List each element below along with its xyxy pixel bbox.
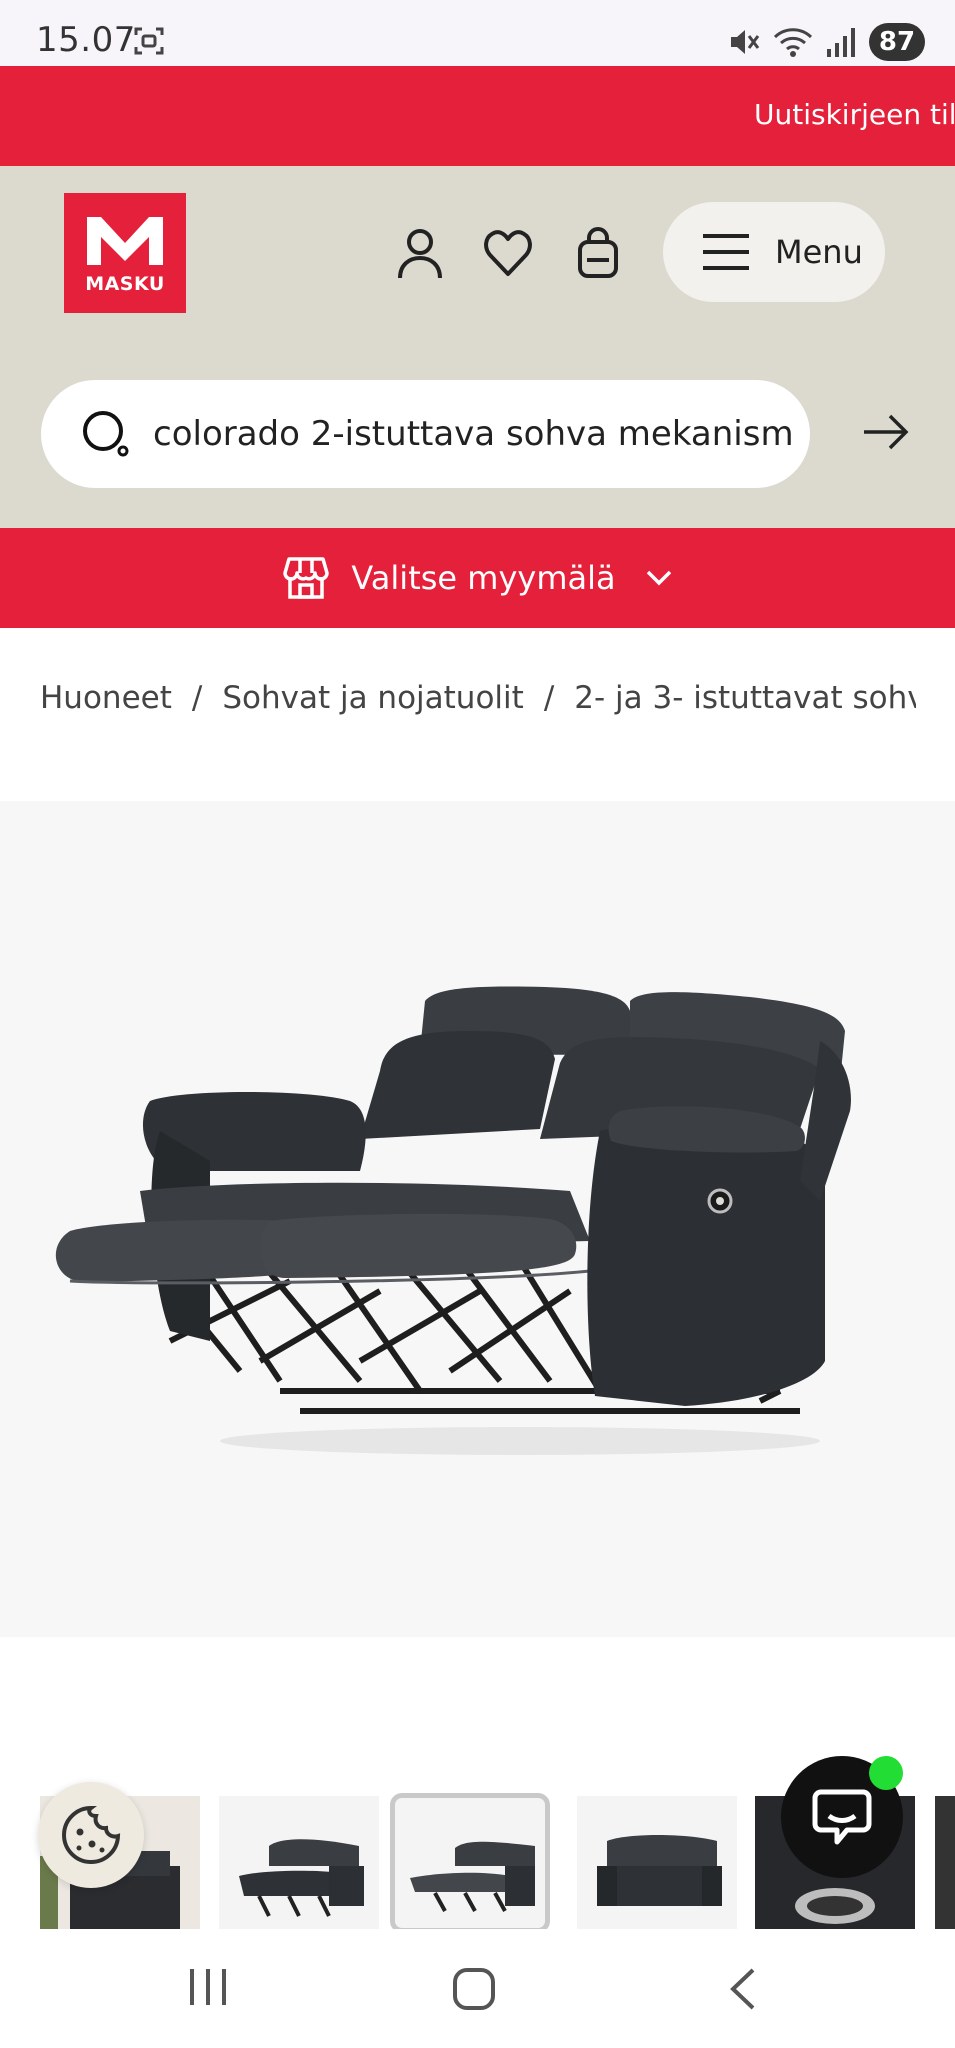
screenshot-icon (134, 27, 164, 55)
breadcrumb-separator: / (543, 680, 555, 716)
store-selector[interactable]: Valitse myymälä (0, 528, 955, 628)
search-icon (83, 411, 129, 457)
account-icon[interactable] (395, 226, 445, 280)
cookie-icon (62, 1805, 121, 1864)
thumbnail[interactable] (219, 1796, 379, 1929)
back-icon[interactable] (727, 1967, 759, 2011)
cookie-settings-button[interactable] (38, 1782, 144, 1888)
logo-m-mark (87, 217, 163, 265)
hamburger-icon (703, 234, 749, 270)
battery-indicator: 87 (869, 23, 925, 61)
search-bar[interactable] (41, 380, 810, 488)
logo-text: MASKU (85, 273, 165, 295)
arrow-right-icon[interactable] (862, 412, 910, 452)
masku-logo[interactable]: MASKU (64, 193, 186, 313)
store-selector-label: Valitse myymälä (351, 559, 616, 597)
breadcrumb: Huoneet / Sohvat ja nojatuolit / 2- ja 3… (40, 676, 916, 720)
menu-button[interactable]: Menu (663, 202, 885, 302)
chevron-down-icon (646, 570, 671, 586)
thumbnail-image (410, 1841, 535, 1912)
thumbnail-image (239, 1839, 364, 1917)
breadcrumb-item[interactable]: Sohvat ja nojatuolit (222, 680, 523, 716)
chat-icon (812, 1789, 872, 1845)
heart-icon[interactable] (483, 226, 533, 280)
search-input[interactable] (153, 414, 793, 454)
newsletter-banner[interactable]: Uutiskirjeen tila (0, 66, 955, 166)
home-icon[interactable] (452, 1967, 496, 2011)
thumbnail-image (597, 1835, 722, 1906)
breadcrumb-item[interactable]: Huoneet (40, 680, 172, 716)
wifi-icon (773, 28, 813, 57)
site-header: MASKU Menu (0, 166, 955, 528)
bag-icon[interactable] (573, 226, 623, 280)
recent-apps-icon[interactable] (186, 1967, 230, 2007)
store-icon (283, 557, 330, 599)
thumbnail[interactable] (935, 1796, 955, 1929)
breadcrumb-item[interactable]: 2- ja 3- istuttavat sohvat (574, 680, 916, 716)
system-nav-bar (0, 1929, 955, 2048)
mute-icon (731, 30, 760, 54)
sofa-illustration (55, 986, 851, 1455)
thumbnail[interactable] (577, 1796, 737, 1929)
breadcrumb-separator: / (191, 680, 203, 716)
chat-online-indicator (869, 1756, 903, 1790)
signal-icon (827, 28, 855, 57)
status-bar: 15.07 87 (0, 0, 955, 66)
product-image[interactable] (0, 801, 955, 1637)
status-time: 15.07 (36, 20, 136, 60)
newsletter-banner-text[interactable]: Uutiskirjeen tila (754, 98, 955, 131)
thumbnail-active[interactable] (390, 1793, 550, 1929)
menu-label: Menu (775, 233, 863, 271)
